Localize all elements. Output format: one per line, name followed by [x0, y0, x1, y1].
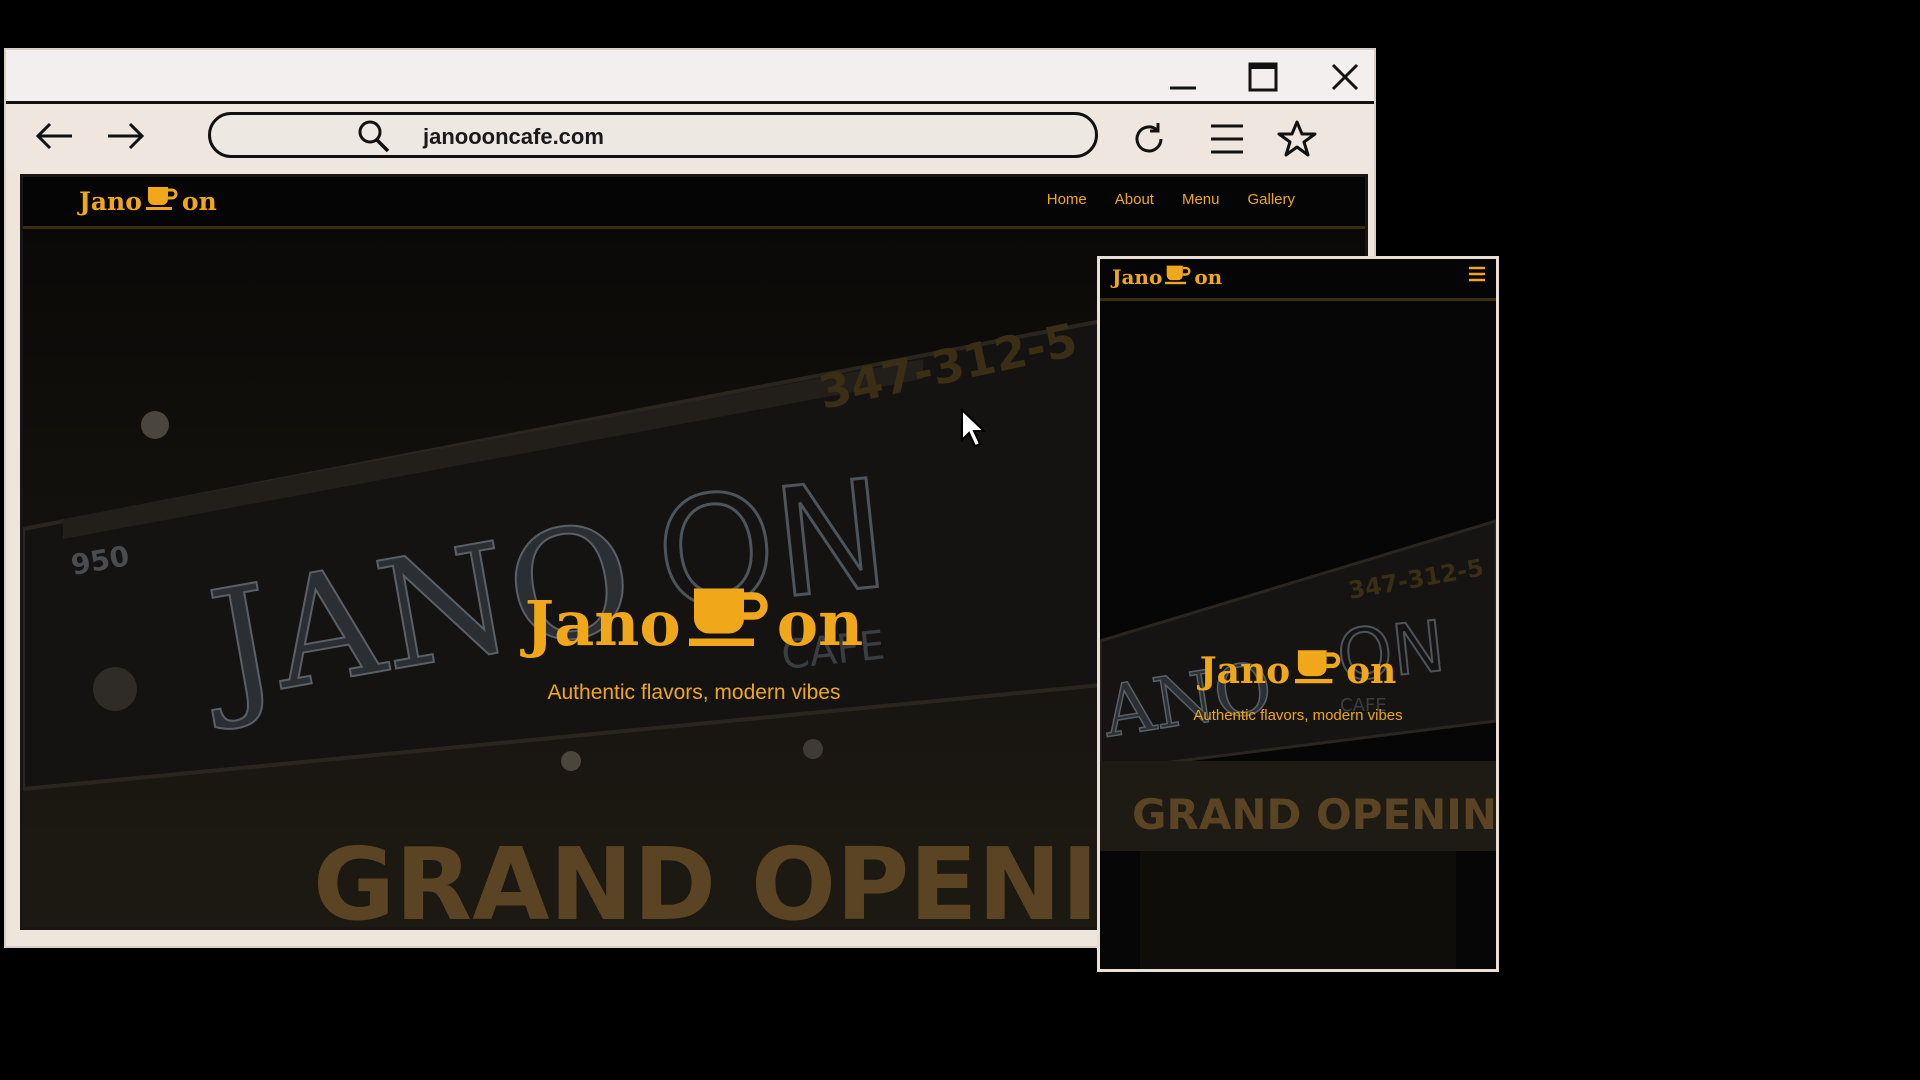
mobile-hero-title: Jano on — [1100, 647, 1496, 694]
logo-text-right: on — [181, 186, 217, 216]
nav-link-gallery[interactable]: Gallery — [1247, 191, 1295, 208]
back-arrow-icon[interactable] — [30, 116, 78, 156]
nav-links: Home About Menu Gallery — [1047, 191, 1295, 208]
mobile-hero-section: JANO ON CAFE 347-312-5 GRAND OPENING Jan… — [1100, 301, 1496, 969]
search-icon — [357, 119, 391, 158]
nav-link-menu[interactable]: Menu — [1182, 191, 1220, 208]
forward-arrow-icon[interactable] — [102, 116, 150, 156]
mobile-hero-title-left: Jano — [1199, 649, 1291, 692]
star-icon[interactable] — [1274, 116, 1320, 162]
mouse-cursor-icon — [960, 407, 987, 453]
hero-title-right: on — [776, 587, 864, 660]
coffee-cup-icon — [1165, 264, 1191, 290]
mobile-hero-title-right: on — [1346, 649, 1397, 692]
mobile-navbar: Jano on — [1100, 259, 1496, 301]
hero-title-left: Jano — [524, 587, 681, 660]
mobile-banner-text: GRAND OPENING — [1132, 790, 1496, 839]
nav-link-about[interactable]: About — [1115, 191, 1154, 208]
title-bar — [6, 50, 1374, 104]
minimize-icon[interactable] — [1162, 58, 1204, 96]
logo-text-left: Jano — [79, 186, 142, 216]
mobile-storefront-background-image: JANO ON CAFE 347-312-5 GRAND OPENING — [1100, 301, 1496, 969]
mobile-logo-text-left: Jano — [1112, 265, 1163, 289]
site-logo[interactable]: Jano on — [79, 185, 217, 217]
mobile-preview: Jano on JANO ON CAFE 347-312-5 GRAND OPE… — [1097, 256, 1499, 972]
coffee-cup-icon — [145, 185, 178, 217]
coffee-cup-icon — [1295, 647, 1341, 694]
address-bar[interactable]: janoooncafe.com — [208, 112, 1098, 158]
hamburger-icon[interactable] — [1468, 265, 1486, 288]
site-navbar: Jano on Home About Menu Gallery — [23, 177, 1365, 229]
mobile-hero-subtitle: Authentic flavors, modern vibes — [1193, 707, 1403, 724]
mobile-logo-text-right: on — [1194, 265, 1223, 289]
mobile-site-logo[interactable]: Jano on — [1112, 264, 1222, 290]
menu-icon[interactable] — [1204, 116, 1250, 162]
url-text[interactable]: janoooncafe.com — [423, 124, 604, 150]
close-icon[interactable] — [1324, 58, 1366, 96]
refresh-icon[interactable] — [1126, 116, 1172, 162]
maximize-icon[interactable] — [1242, 58, 1284, 96]
coffee-cup-icon — [688, 583, 769, 664]
nav-link-home[interactable]: Home — [1047, 191, 1087, 208]
